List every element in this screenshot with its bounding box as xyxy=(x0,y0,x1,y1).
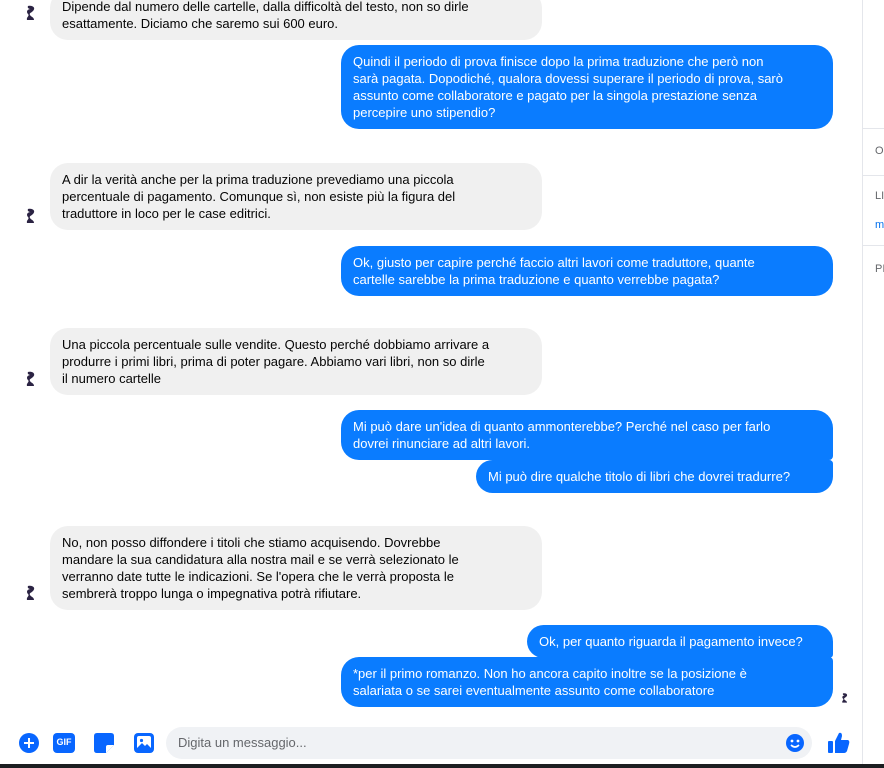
panel-divider xyxy=(863,128,884,129)
message-outgoing[interactable]: Quindi il periodo di prova finisce dopo … xyxy=(341,45,833,129)
panel-section-label: PI xyxy=(875,263,884,275)
message-incoming[interactable]: Una piccola percentuale sulle vendite. Q… xyxy=(50,328,542,395)
avatar-icon[interactable] xyxy=(22,4,40,22)
message-input[interactable]: Digita un messaggio... xyxy=(166,727,812,759)
message-incoming[interactable]: No, non posso diffondere i titoli che st… xyxy=(50,526,542,610)
message-outgoing[interactable]: *per il primo romanzo. Non ho ancora cap… xyxy=(341,657,833,707)
panel-divider xyxy=(863,175,884,176)
sticker-icon[interactable] xyxy=(93,732,115,754)
panel-divider xyxy=(863,245,884,246)
message-outgoing[interactable]: Mi può dare un'idea di quanto ammontereb… xyxy=(341,410,833,460)
message-incoming[interactable]: Dipende dal numero delle cartelle, dalla… xyxy=(50,0,542,40)
message-outgoing[interactable]: Mi può dire qualche titolo di libri che … xyxy=(476,460,833,493)
read-receipt-icon xyxy=(842,693,848,703)
message-outgoing[interactable]: Ok, per quanto riguarda il pagamento inv… xyxy=(527,625,833,658)
gif-label: GIF xyxy=(56,737,72,747)
emoji-icon[interactable] xyxy=(784,732,806,754)
window-bottom-edge xyxy=(0,764,884,768)
chat-thread: Dipende dal numero delle cartelle, dalla… xyxy=(0,0,862,768)
panel-link[interactable]: m xyxy=(875,219,884,231)
image-icon[interactable] xyxy=(133,732,155,754)
plus-icon[interactable] xyxy=(18,732,40,754)
composer-bar: GIF Digita un messaggio... xyxy=(0,722,862,764)
message-incoming[interactable]: A dir la verità anche per la prima tradu… xyxy=(50,163,542,230)
avatar-icon[interactable] xyxy=(22,584,40,602)
message-outgoing[interactable]: Ok, giusto per capire perché faccio altr… xyxy=(341,246,833,296)
avatar-icon[interactable] xyxy=(22,207,40,225)
panel-section-label: LI xyxy=(875,190,884,202)
avatar-icon[interactable] xyxy=(22,370,40,388)
panel-section-label: O xyxy=(875,145,884,157)
details-panel: O LI m PI xyxy=(862,0,884,768)
gif-icon[interactable]: GIF xyxy=(53,732,75,754)
like-icon[interactable] xyxy=(826,730,852,756)
